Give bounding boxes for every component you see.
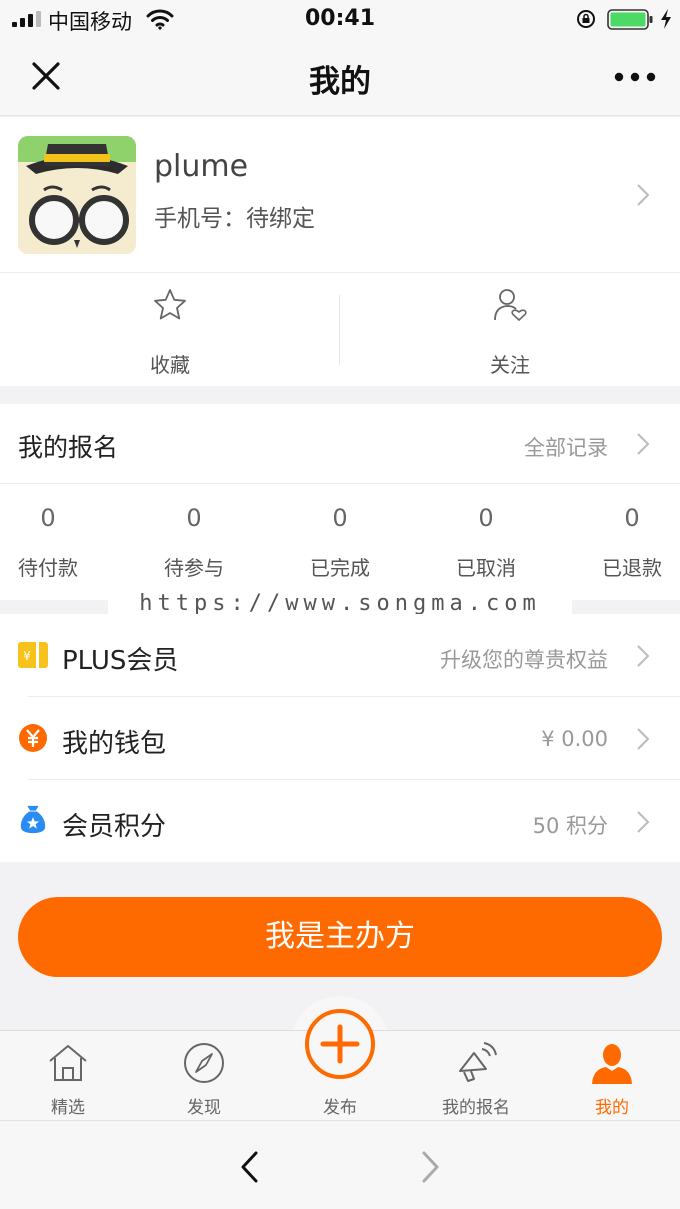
status-bar: 中国移动 00:41	[0, 0, 680, 38]
avatar[interactable]	[18, 136, 136, 254]
menu-value: 50 积分	[532, 814, 608, 838]
chevron-right-icon	[637, 184, 650, 206]
tab-my-registrations[interactable]: 我的报名	[408, 1031, 544, 1121]
menu-label: 会员积分	[62, 812, 167, 842]
organizer-button[interactable]: 我是主办方	[18, 897, 662, 977]
count-label: 已取消	[456, 556, 516, 580]
tab-label: 我的报名	[442, 1098, 510, 1118]
chevron-right-icon	[637, 645, 650, 667]
money-bag-icon	[20, 805, 46, 834]
count-value: 0	[332, 504, 348, 532]
menu-label: 我的钱包	[62, 729, 167, 759]
follow-button[interactable]: 关注	[340, 273, 680, 386]
tab-featured[interactable]: 精选	[0, 1031, 136, 1121]
tab-label: 发布	[323, 1098, 357, 1118]
all-records-link[interactable]: 全部记录	[450, 432, 608, 462]
registrations-title: 我的报名	[18, 433, 119, 462]
back-icon[interactable]	[238, 1149, 262, 1185]
count-value: 0	[624, 504, 640, 532]
count-label: 待参与	[164, 556, 224, 580]
count-label: 已退款	[602, 556, 662, 580]
count-completed[interactable]: 0 已完成	[272, 504, 408, 581]
tab-me[interactable]: 我的	[544, 1031, 680, 1121]
battery-icon	[607, 9, 653, 30]
profile-card[interactable]: plume 手机号：待绑定	[0, 117, 680, 273]
username: plume	[154, 149, 249, 184]
compass-icon	[184, 1043, 224, 1083]
favorites-label: 收藏	[150, 353, 190, 377]
count-value: 0	[40, 504, 56, 532]
chevron-right-icon	[637, 728, 650, 750]
menu-value: 升级您的尊贵权益	[440, 648, 608, 672]
count-to-attend[interactable]: 0 待参与	[126, 504, 262, 581]
menu-item-wallet[interactable]: 我的钱包 ¥ 0.00	[0, 697, 680, 779]
megaphone-icon	[459, 1042, 497, 1082]
chevron-right-icon	[637, 433, 650, 455]
count-pending-payment[interactable]: 0 待付款	[0, 504, 116, 581]
rotation-lock-icon	[577, 10, 595, 28]
navigation-bar: 我的	[0, 38, 680, 116]
plus-circle-icon[interactable]	[304, 1008, 376, 1080]
tab-label: 我的	[595, 1098, 629, 1118]
forward-icon[interactable]	[418, 1149, 442, 1185]
plus-card-icon: ¥	[18, 642, 48, 668]
page-title: 我的	[309, 64, 371, 100]
person-icon	[592, 1044, 632, 1084]
more-icon[interactable]	[614, 72, 656, 82]
registrations-header[interactable]: 我的报名 全部记录	[0, 404, 680, 484]
menu-list: ¥ PLUS会员 升级您的尊贵权益 我的钱包 ¥ 0.00 会员积分 50 积分	[0, 614, 680, 862]
charging-icon	[661, 9, 671, 29]
browser-toolbar	[0, 1120, 680, 1209]
home-icon	[49, 1045, 87, 1081]
tab-discover[interactable]: 发现	[136, 1031, 272, 1121]
menu-item-plus-member[interactable]: ¥ PLUS会员 升级您的尊贵权益	[0, 614, 680, 696]
avatar-image	[18, 136, 136, 254]
chevron-right-icon	[637, 811, 650, 833]
menu-value: ¥ 0.00	[541, 727, 608, 751]
count-value: 0	[478, 504, 494, 532]
svg-text:¥: ¥	[23, 649, 31, 663]
menu-item-points[interactable]: 会员积分 50 积分	[0, 780, 680, 862]
user-heart-icon	[494, 289, 527, 322]
tab-label: 精选	[51, 1098, 85, 1118]
quick-actions: 收藏 关注	[0, 273, 680, 386]
follow-label: 关注	[490, 353, 530, 377]
star-icon	[154, 289, 186, 320]
phone-status: 手机号：待绑定	[154, 206, 315, 232]
favorites-button[interactable]: 收藏	[0, 273, 340, 386]
registrations-section: 我的报名 全部记录 0 待付款 0 待参与 0 已完成 0 已取消 0 已退款	[0, 404, 680, 600]
menu-label: PLUS会员	[62, 646, 179, 676]
count-label: 待付款	[18, 556, 78, 580]
yen-coin-icon	[19, 724, 47, 752]
tab-label: 发现	[187, 1098, 221, 1118]
count-value: 0	[186, 504, 202, 532]
count-refunded[interactable]: 0 已退款	[564, 504, 680, 581]
count-cancelled[interactable]: 0 已取消	[418, 504, 554, 581]
count-label: 已完成	[310, 556, 370, 580]
